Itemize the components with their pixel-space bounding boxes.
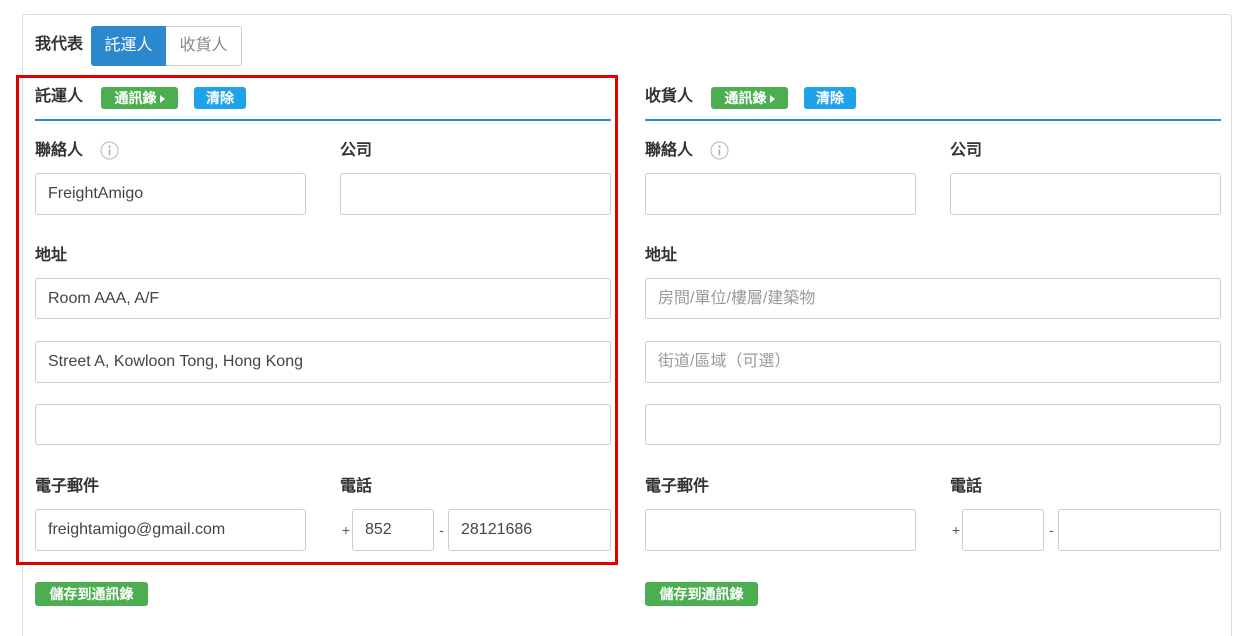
shipper-title: 託運人	[35, 88, 84, 105]
contact-input[interactable]	[645, 173, 916, 215]
contact-input[interactable]	[35, 173, 306, 215]
company-label: 公司	[950, 142, 983, 159]
section-divider	[645, 119, 1221, 121]
contact-label: 聯絡人	[35, 142, 84, 159]
address-label: 地址	[645, 247, 678, 264]
address-line-3-input[interactable]	[645, 404, 1221, 445]
address-line-2-input[interactable]	[35, 341, 611, 383]
company-input[interactable]	[950, 173, 1221, 215]
address-line-1-input[interactable]	[645, 278, 1221, 319]
section-divider	[35, 119, 611, 121]
caret-right-icon	[769, 95, 775, 103]
email-label: 電子郵件	[645, 478, 710, 495]
shipper-clear-button[interactable]: 清除	[194, 87, 246, 109]
shipper-save-to-address-book-button[interactable]: 儲存到通訊錄	[35, 582, 148, 606]
company-label: 公司	[340, 142, 373, 159]
shipper-address-book-button[interactable]: 通訊錄	[101, 87, 178, 109]
address-book-label: 通訊錄	[114, 90, 157, 106]
shipper-section: 託運人 通訊錄 清除 聯絡人 公司 地址 電子郵件 電話 + - 儲存到通訊錄	[35, 0, 611, 636]
email-input[interactable]	[35, 509, 306, 551]
phone-separator: -	[439, 522, 444, 538]
info-icon[interactable]	[710, 141, 729, 160]
phone-label: 電話	[340, 478, 373, 495]
consignee-save-to-address-book-button[interactable]: 儲存到通訊錄	[645, 582, 758, 606]
consignee-title: 收貨人	[645, 88, 694, 105]
phone-country-code-input[interactable]	[962, 509, 1044, 551]
consignee-section: 收貨人 通訊錄 清除 聯絡人 公司 地址 電子郵件 電話 + - 儲存到通訊錄	[645, 0, 1221, 636]
phone-label: 電話	[950, 478, 983, 495]
address-line-2-input[interactable]	[645, 341, 1221, 383]
phone-plus-sign: +	[951, 522, 961, 538]
contact-label: 聯絡人	[645, 142, 694, 159]
caret-right-icon	[159, 95, 165, 103]
phone-separator: -	[1049, 522, 1054, 538]
info-icon[interactable]	[100, 141, 119, 160]
phone-number-input[interactable]	[1058, 509, 1221, 551]
address-label: 地址	[35, 247, 68, 264]
address-line-1-input[interactable]	[35, 278, 611, 319]
consignee-address-book-button[interactable]: 通訊錄	[711, 87, 788, 109]
company-input[interactable]	[340, 173, 611, 215]
phone-country-code-input[interactable]	[352, 509, 434, 551]
address-line-3-input[interactable]	[35, 404, 611, 445]
address-book-label: 通訊錄	[724, 90, 767, 106]
phone-number-input[interactable]	[448, 509, 611, 551]
email-label: 電子郵件	[35, 478, 100, 495]
email-input[interactable]	[645, 509, 916, 551]
consignee-clear-button[interactable]: 清除	[804, 87, 856, 109]
phone-plus-sign: +	[341, 522, 351, 538]
